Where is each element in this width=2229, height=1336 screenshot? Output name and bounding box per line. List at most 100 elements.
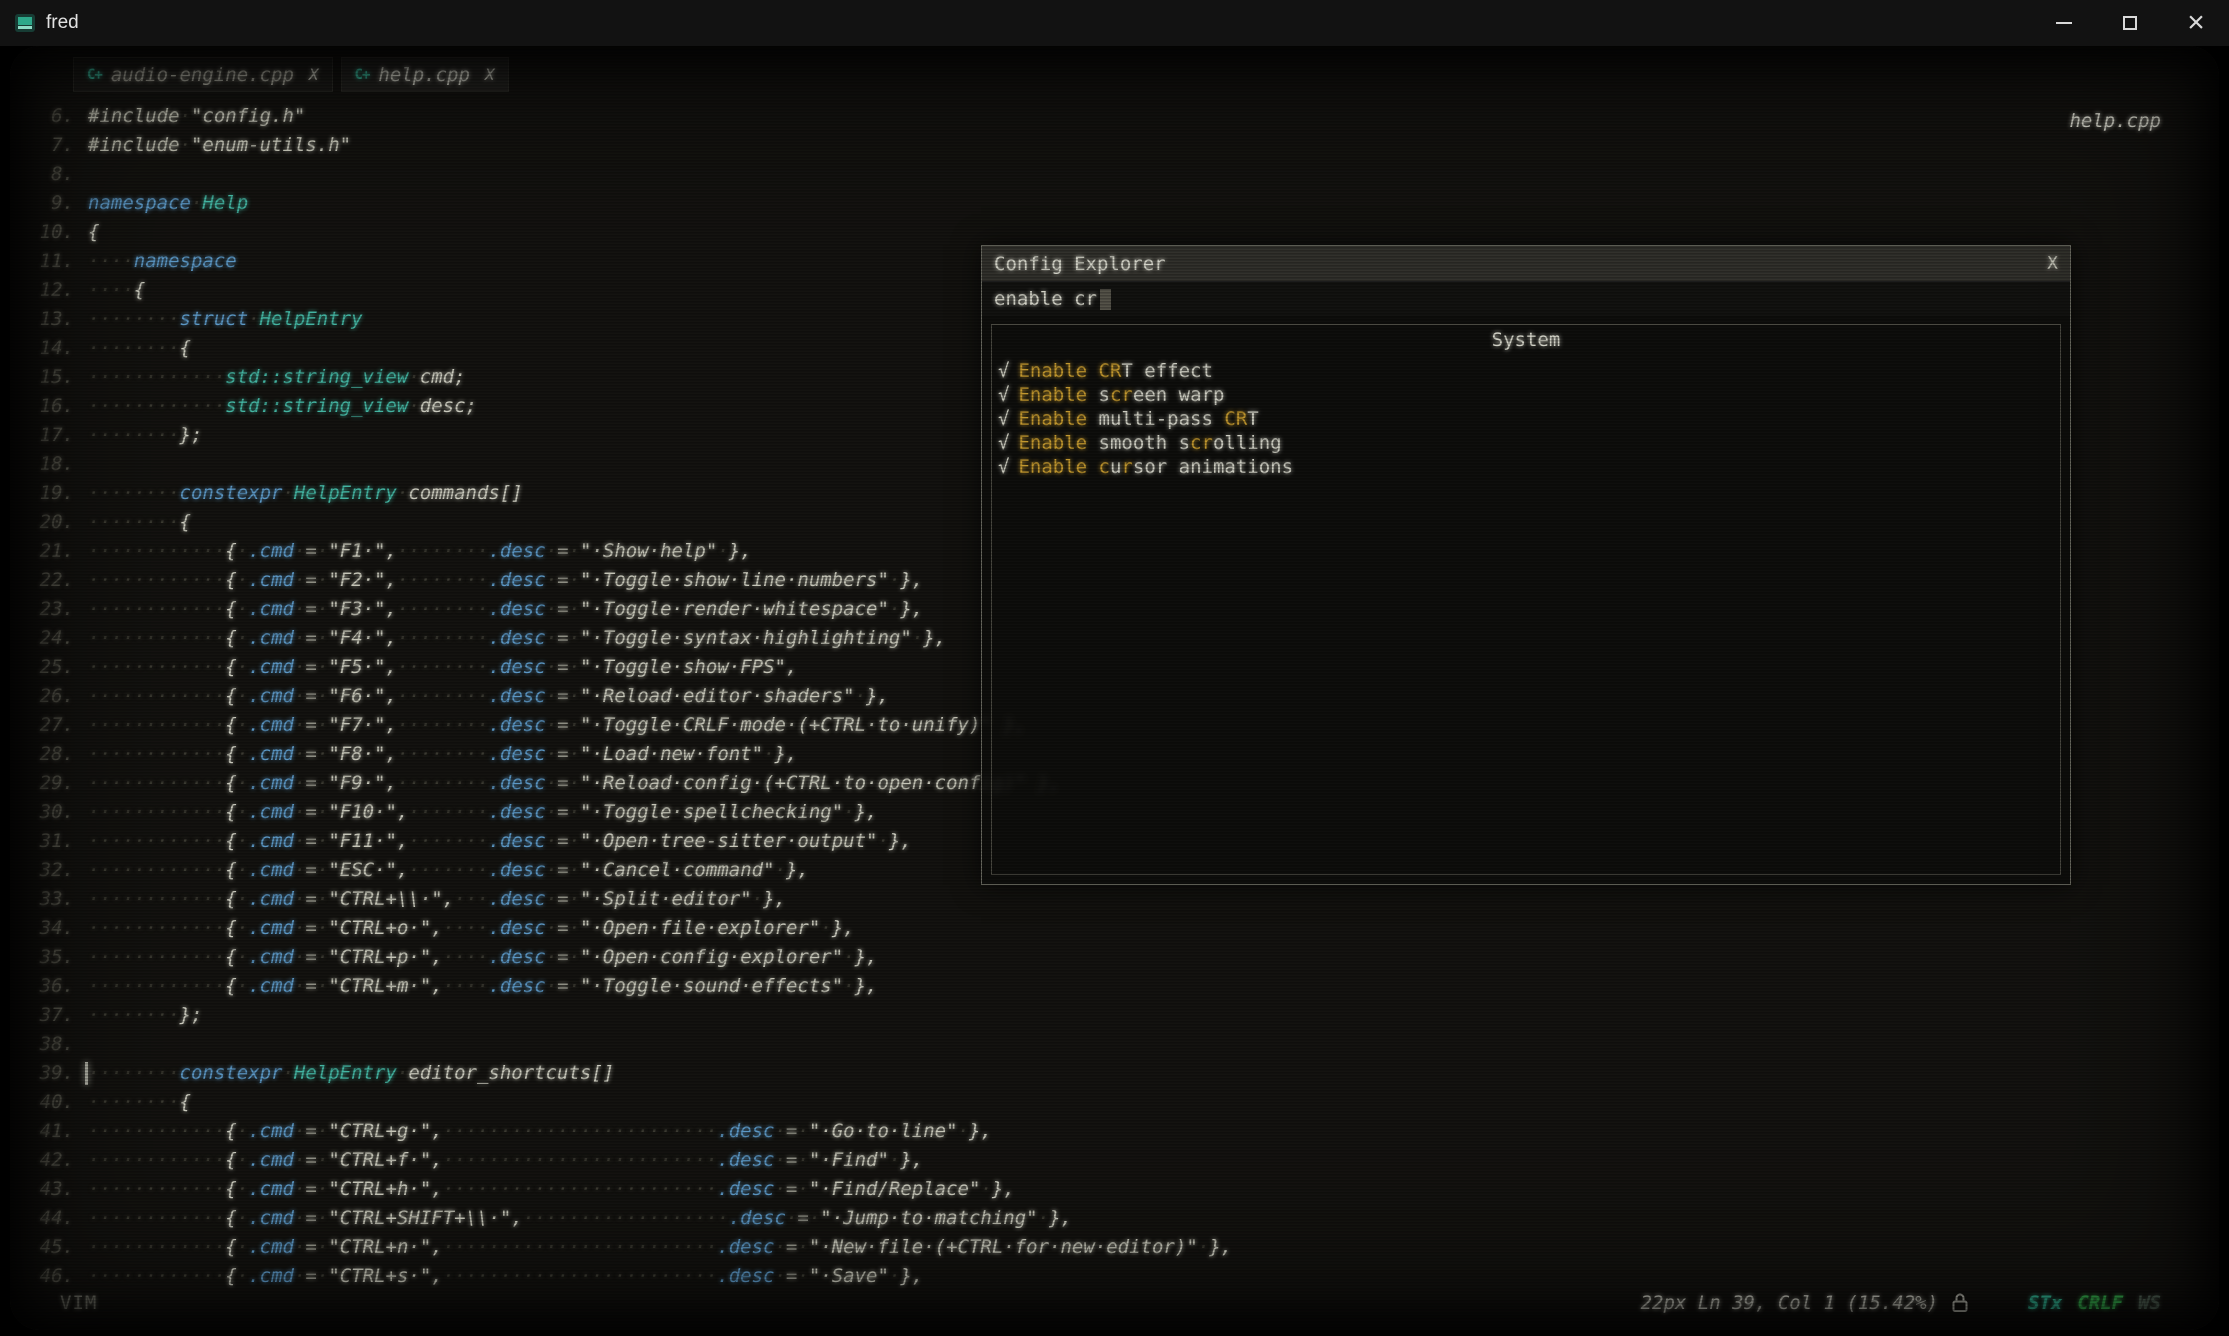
match-highlight: Enable	[1018, 384, 1098, 406]
code-line: 43.············{·.cmd·=·"CTRL+h·",······…	[10, 1175, 1232, 1204]
editor-caret	[85, 1062, 88, 1085]
config-item[interactable]: √Enable CRT effect	[998, 359, 2054, 383]
status-flag-ws: WS	[2138, 1292, 2161, 1314]
tab-audio-engine-cpp[interactable]: C+ audio-engine.cpp X	[74, 58, 332, 91]
line-number: 25.	[10, 653, 74, 682]
maximize-button[interactable]	[2097, 0, 2163, 46]
config-section-header: System	[998, 327, 2054, 353]
app-icon	[14, 12, 36, 34]
line-number: 19.	[10, 479, 74, 508]
line-number: 46.	[10, 1262, 74, 1291]
tab-close-icon[interactable]: X	[485, 65, 495, 84]
tab-help-cpp[interactable]: C+ help.cpp X	[342, 58, 508, 91]
line-number: 28.	[10, 740, 74, 769]
line-number: 13.	[10, 305, 74, 334]
line-number: 22.	[10, 566, 74, 595]
line-number: 31.	[10, 827, 74, 856]
cpp-file-icon: C+	[355, 67, 370, 83]
config-item[interactable]: √Enable multi-pass CRT	[998, 407, 2054, 431]
match-highlight: cr	[1110, 384, 1133, 406]
config-search-input[interactable]: enable cr	[982, 282, 2070, 316]
code-line: 37.········};	[10, 1001, 1232, 1030]
line-number: 41.	[10, 1117, 74, 1146]
code-line: 33.············{·.cmd·=·"CTRL+\\·",···.d…	[10, 885, 1232, 914]
line-number: 23.	[10, 595, 74, 624]
line-number: 7.	[10, 131, 74, 160]
code-line: 10.{	[10, 218, 1232, 247]
status-flags: STxCRLFWS	[2028, 1292, 2161, 1314]
code-line: 40.········{	[10, 1088, 1232, 1117]
code-line: 46.············{·.cmd·=·"CTRL+s·",······…	[10, 1262, 1232, 1291]
item-text: T	[1247, 408, 1258, 430]
status-bar: VIM 22px Ln 39, Col 1 (15.42%) STxCRLFWS	[60, 1290, 2161, 1316]
minimize-icon	[2056, 22, 2072, 24]
config-list: System √Enable CRT effect√Enable screen …	[991, 324, 2061, 875]
config-search-query: enable cr	[994, 288, 1097, 310]
code-line: 42.············{·.cmd·=·"CTRL+f·",······…	[10, 1146, 1232, 1175]
line-number: 29.	[10, 769, 74, 798]
config-close-icon[interactable]: X	[2047, 253, 2058, 274]
line-number: 35.	[10, 943, 74, 972]
tab-bar: C+ audio-engine.cpp X C+ help.cpp X	[74, 58, 508, 91]
line-number: 20.	[10, 508, 74, 537]
code-line: 7.#include·"enum-utils.h"	[10, 131, 1232, 160]
window-controls: ×	[2031, 0, 2229, 46]
code-line: 41.············{·.cmd·=·"CTRL+g·",······…	[10, 1117, 1232, 1146]
line-number: 6.	[10, 102, 74, 131]
code-line: 39.········constexpr·HelpEntry·editor_sh…	[10, 1059, 1232, 1088]
window-title: fred	[46, 12, 79, 34]
match-highlight: r	[1121, 456, 1132, 478]
line-number: 27.	[10, 711, 74, 740]
line-number: 11.	[10, 247, 74, 276]
status-position-info: 22px Ln 39, Col 1 (15.42%)	[1641, 1292, 1938, 1314]
checkmark-icon: √	[998, 360, 1009, 382]
match-highlight: Enable CR	[1018, 360, 1121, 382]
line-number: 42.	[10, 1146, 74, 1175]
close-icon: ×	[2187, 11, 2205, 35]
match-highlight: Enable	[1018, 408, 1098, 430]
config-explorer-titlebar[interactable]: Config Explorer X	[982, 246, 2070, 282]
code-line: 6.#include·"config.h"	[10, 102, 1232, 131]
code-line: 44.············{·.cmd·=·"CTRL+SHIFT+\\·"…	[10, 1204, 1232, 1233]
line-number: 44.	[10, 1204, 74, 1233]
line-number: 32.	[10, 856, 74, 885]
text-cursor	[1100, 289, 1111, 310]
line-number: 17.	[10, 421, 74, 450]
cpp-file-icon: C+	[87, 67, 102, 83]
item-text: een warp	[1133, 384, 1225, 406]
line-number: 24.	[10, 624, 74, 653]
config-explorer-window: Config Explorer X enable cr System √Enab…	[981, 245, 2071, 885]
item-text: multi-pass	[1099, 408, 1225, 430]
code-line: 8.	[10, 160, 1232, 189]
tab-close-icon[interactable]: X	[309, 65, 319, 84]
vim-mode-indicator: VIM	[60, 1292, 97, 1314]
line-number: 14.	[10, 334, 74, 363]
match-highlight: Enable c	[1018, 456, 1110, 478]
line-number: 21.	[10, 537, 74, 566]
line-number: 37.	[10, 1001, 74, 1030]
maximize-icon	[2123, 16, 2137, 30]
status-right-group: 22px Ln 39, Col 1 (15.42%) STxCRLFWS	[1641, 1291, 2161, 1315]
line-number: 33.	[10, 885, 74, 914]
config-item[interactable]: √Enable smooth scrolling	[998, 431, 2054, 455]
window-titlebar: fred ×	[0, 0, 2229, 46]
code-line: 36.············{·.cmd·=·"CTRL+m·",····.d…	[10, 972, 1232, 1001]
line-number: 30.	[10, 798, 74, 827]
checkmark-icon: √	[998, 432, 1009, 454]
filename-badge: help.cpp	[2069, 110, 2161, 132]
config-item[interactable]: √Enable screen warp	[998, 383, 2054, 407]
close-button[interactable]: ×	[2163, 0, 2229, 46]
checkmark-icon: √	[998, 408, 1009, 430]
code-line: 45.············{·.cmd·=·"CTRL+n·",······…	[10, 1233, 1232, 1262]
config-items: √Enable CRT effect√Enable screen warp√En…	[998, 359, 2054, 479]
item-text: smooth s	[1099, 432, 1191, 454]
line-number: 34.	[10, 914, 74, 943]
line-number: 8.	[10, 160, 74, 189]
checkmark-icon: √	[998, 456, 1009, 478]
config-item[interactable]: √Enable cursor animations	[998, 455, 2054, 479]
minimize-button[interactable]	[2031, 0, 2097, 46]
status-flag-crlf: CRLF	[2077, 1292, 2123, 1314]
match-highlight: cr	[1190, 432, 1213, 454]
tab-label: help.cpp	[378, 64, 470, 86]
item-text: u	[1110, 456, 1121, 478]
